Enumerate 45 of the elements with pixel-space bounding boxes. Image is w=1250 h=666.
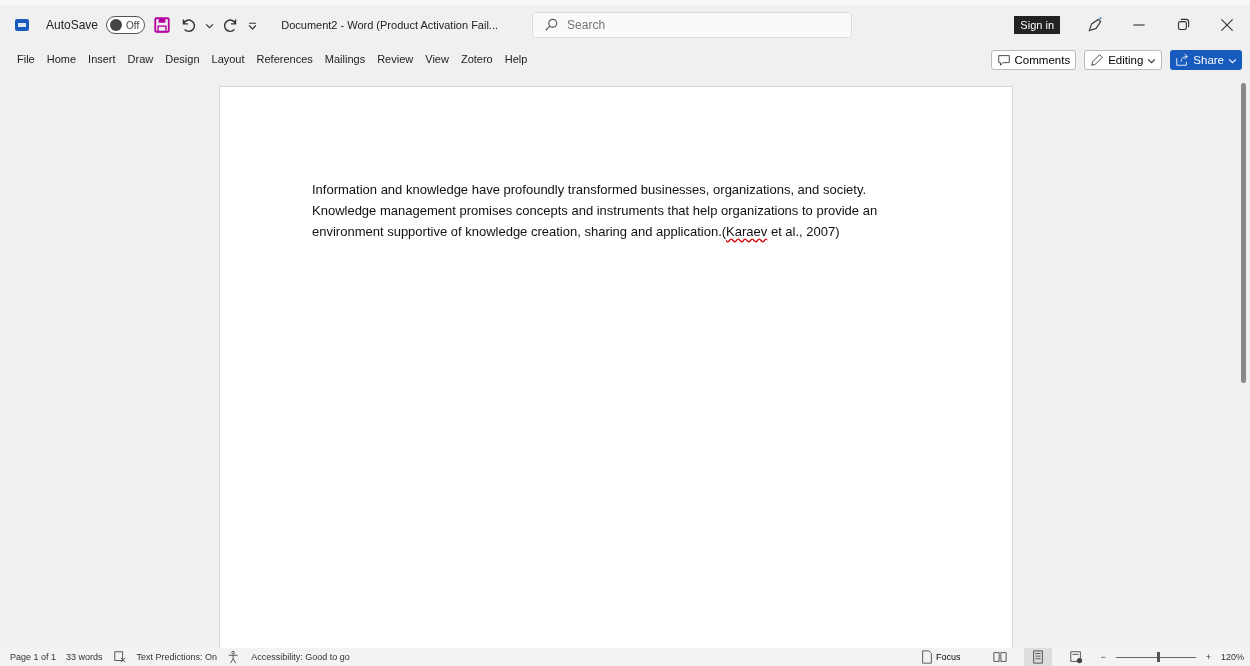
ribbon-tab[interactable]: Layout: [206, 50, 250, 70]
ribbon-tab[interactable]: Review: [372, 50, 419, 70]
ribbon-tab[interactable]: References: [251, 50, 318, 70]
zoom-in-button[interactable]: +: [1205, 652, 1211, 662]
page-icon: [1031, 650, 1046, 664]
sign-in-button[interactable]: Sign in: [1014, 16, 1060, 34]
comments-button[interactable]: Comments: [990, 50, 1077, 70]
search-icon: [544, 18, 559, 32]
zoom-level[interactable]: 120%: [1220, 652, 1244, 662]
text-predictions-status[interactable]: Text Predictions: On: [136, 652, 218, 662]
word-count[interactable]: 33 words: [66, 652, 103, 662]
zoom-out-button[interactable]: −: [1100, 652, 1106, 662]
page-count[interactable]: Page 1 of 1: [10, 652, 57, 662]
ribbon-tab[interactable]: Zotero: [455, 50, 498, 70]
ribbon-tab[interactable]: Mailings: [319, 50, 371, 70]
search-field[interactable]: Search: [532, 12, 853, 38]
save-icon[interactable]: [153, 16, 172, 34]
pencil-icon: [1090, 53, 1105, 67]
document-title: Document2 - Word (Product Activation Fail...: [281, 19, 499, 31]
proofing-icon[interactable]: [112, 650, 127, 664]
autosave-label: AutoSave: [46, 18, 99, 32]
book-icon: [993, 650, 1008, 664]
zoom-slider[interactable]: [1115, 651, 1196, 663]
ribbon-tab[interactable]: Design: [160, 50, 205, 70]
ribbon-tab[interactable]: Help: [499, 50, 533, 70]
close-icon[interactable]: [1218, 16, 1236, 34]
ribbon-tab[interactable]: Insert: [83, 50, 121, 70]
customize-toolbar-icon[interactable]: [248, 20, 258, 30]
web-page-icon: [1069, 650, 1084, 664]
word-logo-icon: [14, 17, 30, 33]
accessibility-status[interactable]: Accessibility: Good to go: [251, 652, 350, 662]
share-button[interactable]: Share: [1170, 50, 1242, 70]
document-paragraph: Information and knowledge have profoundly transformed businesses, organizations, and society. Knowledge management promises concepts and instruments that help organizations to provide an environment supportive of knowledge creation, sharing and application.(Karaev et al., 2007): [312, 181, 879, 241]
ribbon-tab[interactable]: File: [12, 50, 40, 70]
ribbon-tab[interactable]: Home: [41, 50, 82, 70]
pen-icon[interactable]: [1086, 16, 1104, 34]
print-layout-button[interactable]: [1024, 648, 1053, 666]
comment-icon: [996, 53, 1011, 67]
ribbon-tab[interactable]: View: [420, 50, 454, 70]
focus-icon: [919, 650, 934, 664]
focus-button[interactable]: Focus: [913, 649, 967, 665]
ribbon-tab[interactable]: Draw: [122, 50, 159, 70]
editing-button[interactable]: Editing: [1084, 50, 1163, 70]
autosave-toggle[interactable]: Off: [106, 16, 146, 34]
share-icon: [1175, 53, 1190, 67]
